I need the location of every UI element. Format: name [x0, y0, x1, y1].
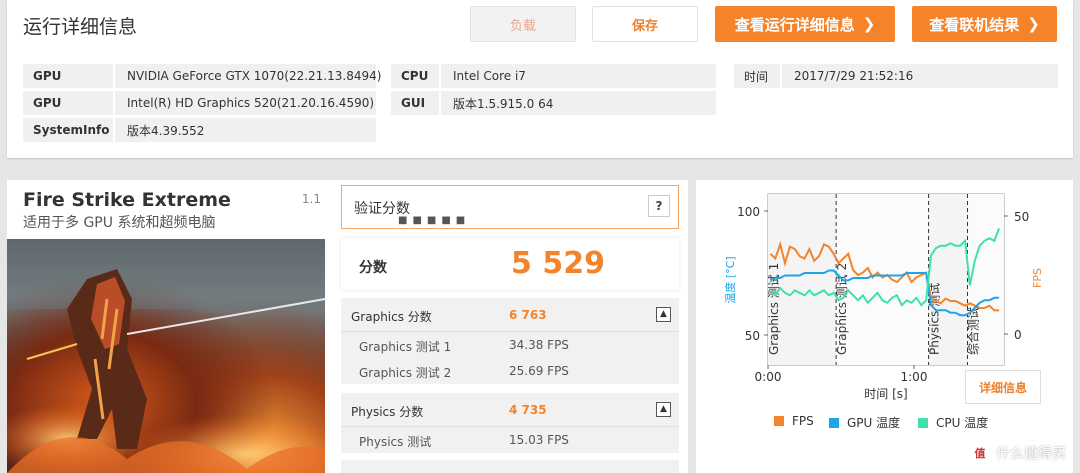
- chart-details-label: 详细信息: [978, 380, 1027, 395]
- physics-test-label: Physics 测试: [359, 435, 432, 449]
- load-button-label: 负载: [509, 18, 536, 34]
- verify-score-masked: ■■■■■: [398, 215, 471, 226]
- watermark: 值 什么值得买: [970, 443, 1066, 463]
- gpu1-label: GPU: [23, 64, 113, 88]
- systeminfo-value: 版本4.39.552: [115, 118, 376, 142]
- graphics-score-label: Graphics 分数: [351, 310, 432, 324]
- graphics-test-2-label: Graphics 测试 2: [359, 366, 452, 380]
- list-item: Graphics 测试 1 34.38 FPS: [341, 332, 679, 358]
- graphics-score-header[interactable]: Graphics 分数 6 763 ▲: [341, 298, 679, 332]
- legend-label: FPS: [792, 414, 814, 428]
- legend-item-gpu-temp: GPU 温度: [829, 414, 900, 431]
- cpu-value: Intel Core i7: [441, 64, 716, 88]
- systeminfo-label: SystemInfo: [23, 118, 113, 142]
- cpu-label: CPU: [391, 64, 439, 88]
- fire-creature-illustration: [7, 239, 325, 473]
- collapse-icon[interactable]: ▲: [656, 307, 671, 322]
- y-left-tick-label: 100: [737, 205, 760, 219]
- graphics-score-value: 6 763: [509, 308, 547, 322]
- gpu2-value: Intel(R) HD Graphics 520(21.20.16.4590): [115, 91, 376, 115]
- save-button-label: 保存: [631, 18, 658, 34]
- gpu2-label: GPU: [23, 91, 113, 115]
- test-subtitle: 适用于多 GPU 系统和超频电脑: [23, 215, 216, 231]
- x-tick-label: 0:00: [755, 370, 782, 384]
- view-run-details-label: 查看运行详细信息: [734, 15, 855, 34]
- watermark-logo: 值: [970, 443, 990, 463]
- phase-label: Graphics 测试 2: [834, 263, 849, 355]
- legend-item-fps: FPS: [774, 414, 814, 428]
- time-label: 时间: [734, 64, 780, 88]
- phase-label: Graphics 测试 1: [766, 263, 781, 355]
- legend-label: GPU 温度: [847, 416, 901, 430]
- chart-details-button[interactable]: 详细信息: [965, 370, 1041, 404]
- physics-test-value: 15.03 FPS: [509, 433, 569, 447]
- help-icon: ?: [655, 199, 663, 213]
- y-right-tick-label: 0: [1014, 328, 1022, 342]
- legend-swatch: [829, 417, 839, 428]
- run-details-panel: 运行详细信息 负载 保存 查看运行详细信息 ❯ 查看联机结果 ❯ GPU NVI…: [7, 0, 1073, 158]
- y-right-axis-label: FPS: [1031, 268, 1044, 288]
- graphics-test-2-value: 25.69 FPS: [509, 364, 569, 378]
- view-online-results-button[interactable]: 查看联机结果 ❯: [912, 6, 1057, 42]
- graphics-score-section: Graphics 分数 6 763 ▲ Graphics 测试 1 34.38 …: [341, 298, 679, 384]
- y-right-tick-label: 50: [1014, 210, 1029, 224]
- physics-score-header[interactable]: Physics 分数 4 735 ▲: [341, 393, 679, 427]
- legend-label: CPU 温度: [936, 416, 989, 430]
- view-run-details-button[interactable]: 查看运行详细信息 ❯: [715, 6, 895, 42]
- page-title: 运行详细信息: [23, 16, 138, 38]
- verify-score-box: 验证分数 ■■■■■ ?: [341, 185, 679, 229]
- benchmark-artwork-image: [7, 239, 325, 473]
- monitoring-chart-panel: Graphics 测试 1 Graphics 测试 2 Physics 测试 综合测试…: [696, 180, 1073, 473]
- view-online-results-label: 查看联机结果: [929, 15, 1020, 34]
- chevron-right-icon: ❯: [862, 15, 876, 33]
- time-value: 2017/7/29 21:52:16: [782, 64, 1058, 88]
- chevron-right-icon: ❯: [1027, 15, 1040, 33]
- help-button[interactable]: ?: [648, 195, 670, 217]
- gpu1-value: NVIDIA GeForce GTX 1070(22.21.13.8494): [115, 64, 381, 88]
- gui-label: GUI: [391, 91, 439, 115]
- y-left-axis-label: 温度 [°C]: [723, 256, 737, 303]
- legend-item-cpu-temp: CPU 温度: [918, 414, 988, 431]
- score-panel: 验证分数 ■■■■■ ? 分数 5 529 Graphics 分数 6 763 …: [333, 180, 688, 473]
- total-score-value: 5 529: [511, 246, 605, 281]
- test-name: Fire Strike Extreme: [23, 189, 231, 211]
- collapse-icon[interactable]: ▲: [656, 402, 671, 417]
- test-version: 1.1: [301, 192, 321, 206]
- test-info-panel: Fire Strike Extreme 1.1 适用于多 GPU 系统和超频电脑: [7, 180, 333, 473]
- legend-swatch: [774, 416, 784, 426]
- list-item: Graphics 测试 2 25.69 FPS: [341, 358, 679, 384]
- y-left-tick-label: 50: [745, 329, 760, 343]
- next-section-edge: [341, 460, 679, 473]
- list-item: Physics 测试 15.03 FPS: [341, 427, 679, 453]
- total-score-label: 分数: [359, 260, 387, 276]
- total-score-box: 分数 5 529: [341, 238, 679, 290]
- physics-score-value: 4 735: [509, 403, 547, 417]
- x-axis-label: 时间 [s]: [864, 387, 907, 401]
- watermark-text: 什么值得买: [996, 446, 1066, 462]
- load-button[interactable]: 负载: [470, 6, 576, 42]
- gui-value: 版本1.5.915.0 64: [441, 91, 716, 115]
- save-button[interactable]: 保存: [592, 6, 698, 42]
- x-tick-label: 1:00: [901, 370, 928, 384]
- physics-score-section: Physics 分数 4 735 ▲ Physics 测试 15.03 FPS: [341, 393, 679, 453]
- graphics-test-1-label: Graphics 测试 1: [359, 340, 452, 354]
- physics-score-label: Physics 分数: [351, 405, 424, 419]
- graphics-test-1-value: 34.38 FPS: [509, 338, 569, 352]
- legend-swatch: [918, 417, 928, 428]
